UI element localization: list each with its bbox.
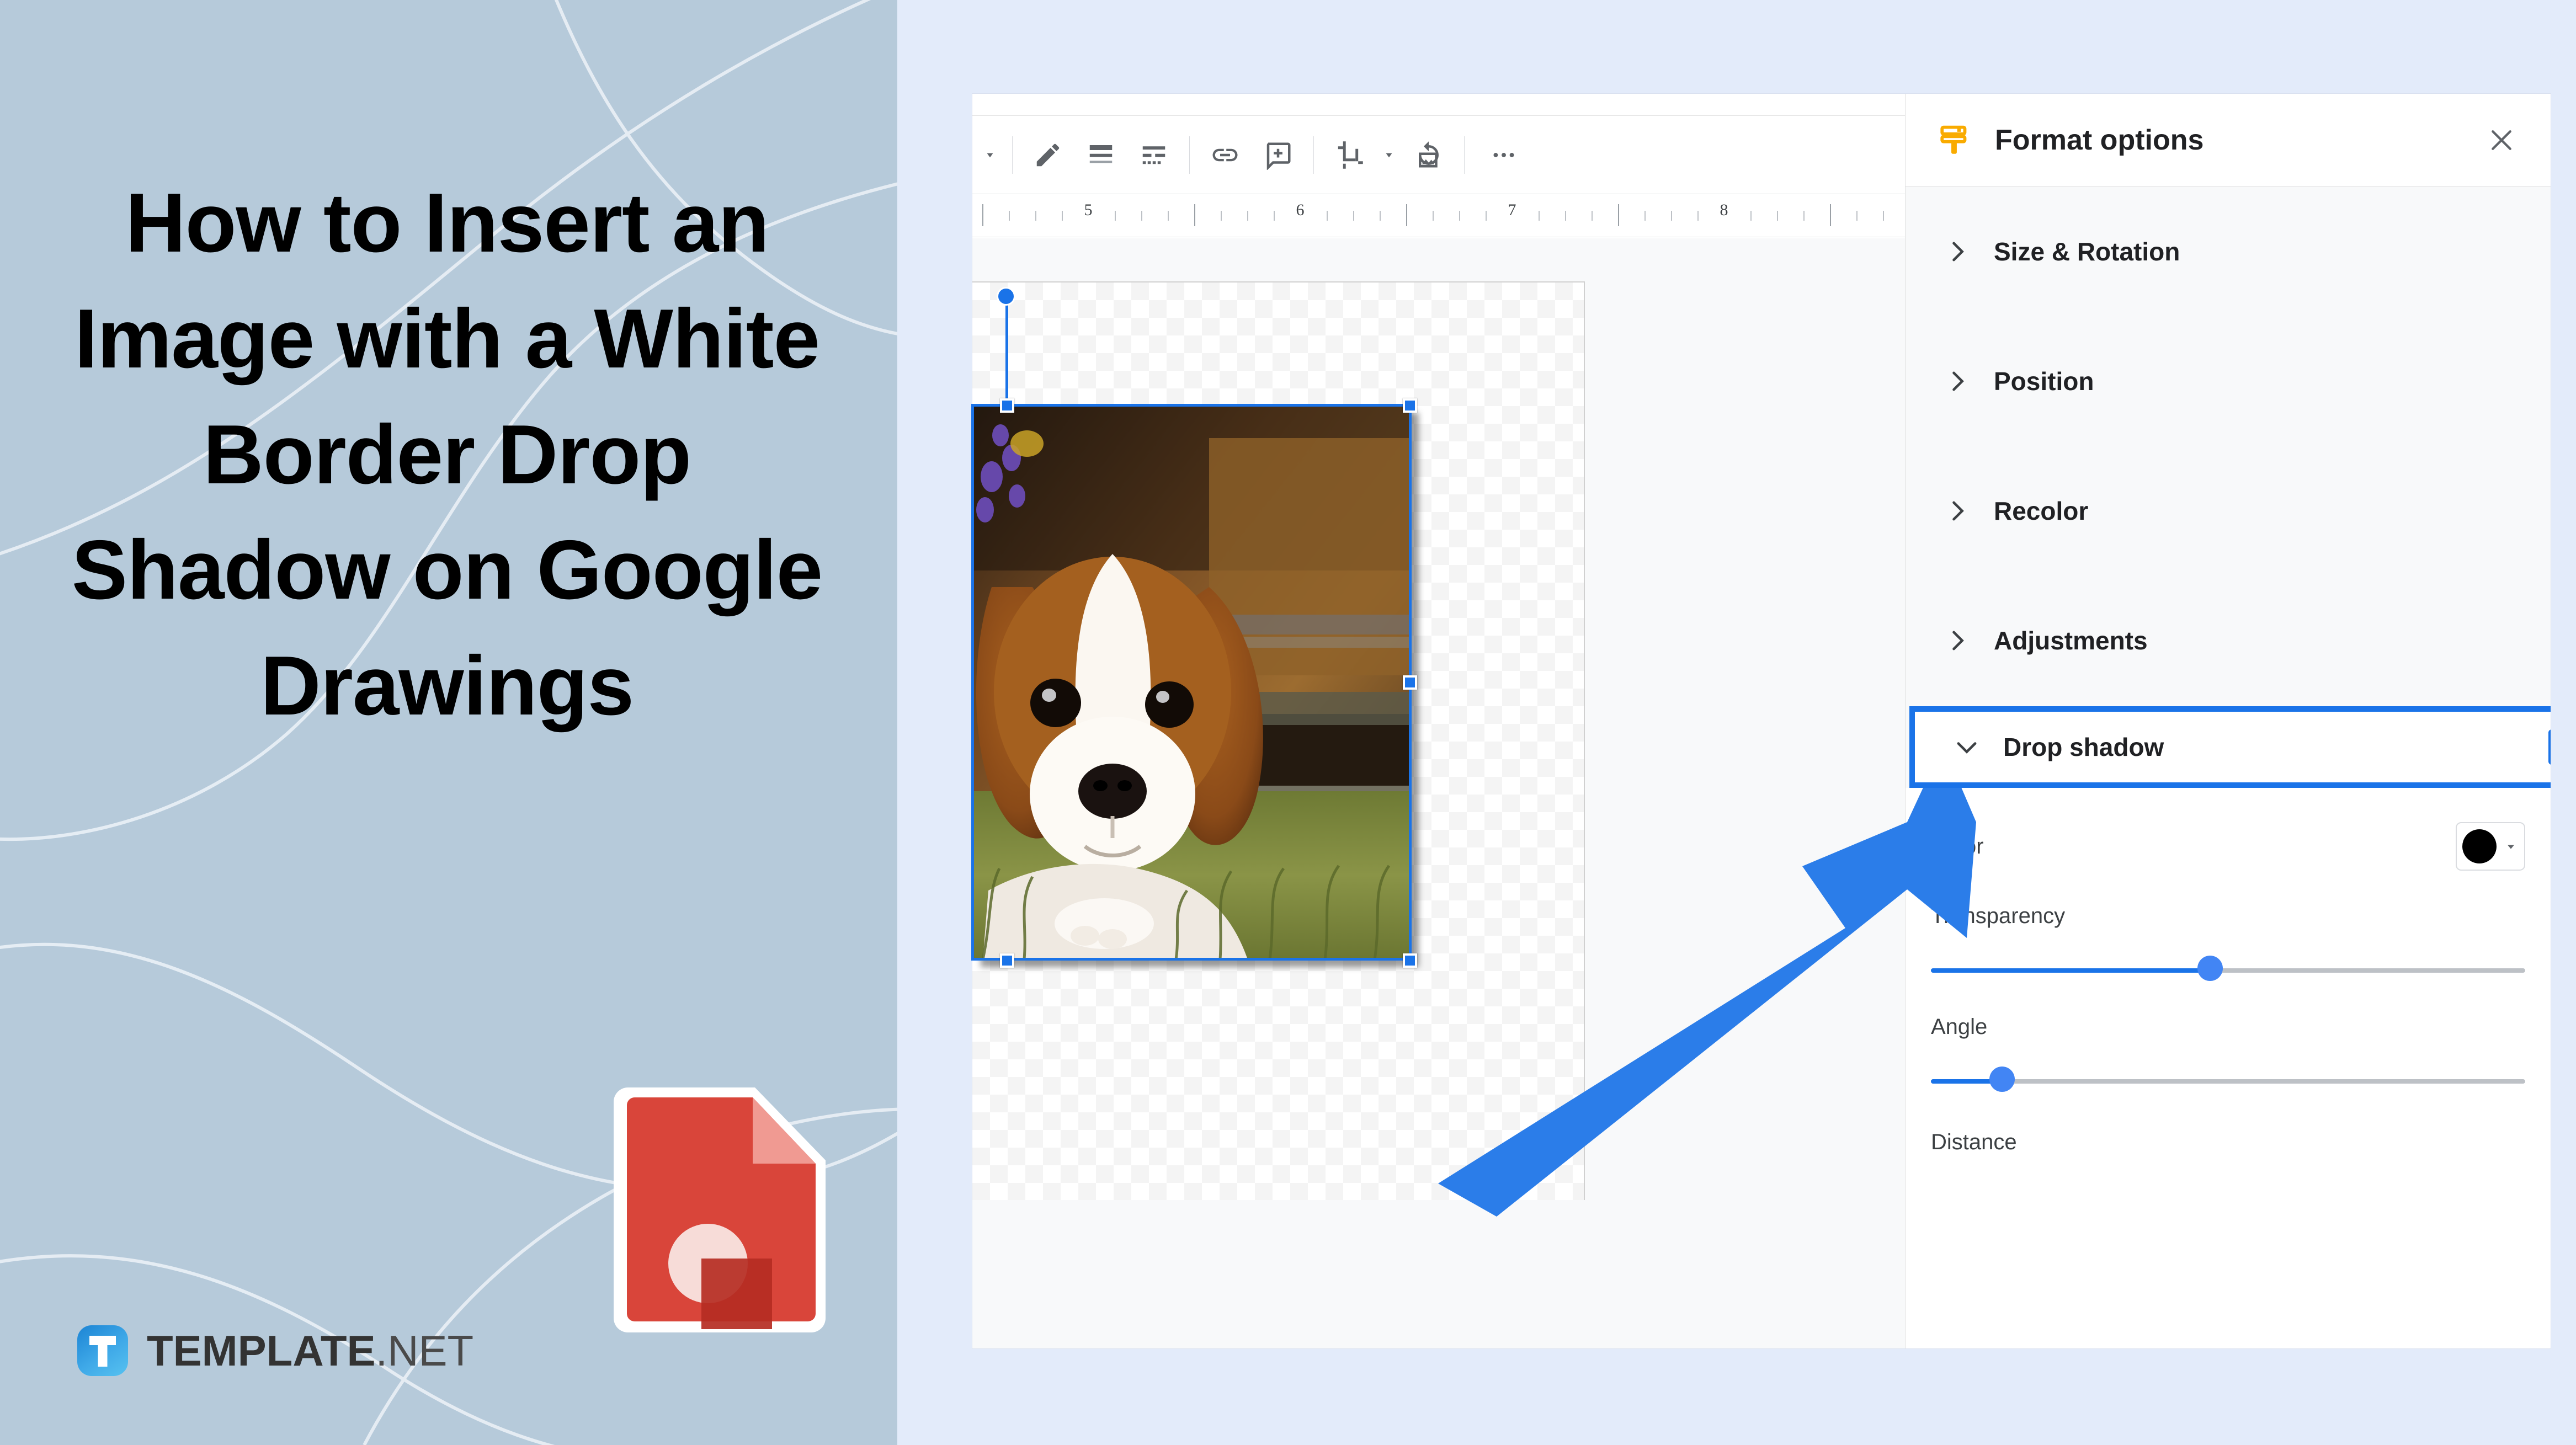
ruler-label: 6 (1296, 201, 1305, 219)
distance-label: Distance (1931, 1130, 2017, 1154)
pencil-icon (1036, 143, 1060, 166)
panel-title: Format options (1995, 124, 2204, 156)
brand-wordmark: TEMPLATE.NET (147, 1326, 473, 1376)
link-icon (1212, 148, 1238, 161)
format-options-panel: Format options Size & Rotation Position (1905, 94, 2551, 1348)
color-label: Color (1931, 834, 1984, 859)
section-position[interactable]: Position (1906, 316, 2551, 446)
color-row: Color (1931, 788, 2525, 871)
section-recolor[interactable]: Recolor (1906, 446, 2551, 575)
promo-panel: How to Insert an Image with a White Bord… (0, 0, 897, 1445)
edit-pencil-button[interactable] (1021, 130, 1074, 180)
color-swatch (2462, 829, 2497, 863)
line-dash-icon (1142, 146, 1165, 164)
puppy-photo-content (972, 405, 1410, 959)
angle-label: Angle (1931, 1015, 1988, 1039)
toolbar-divider (1012, 136, 1013, 174)
paint-roller-icon (1935, 120, 1976, 161)
drop-shadow-label: Drop shadow (2003, 733, 2164, 761)
close-icon (2492, 130, 2511, 150)
ruler-label: 8 (1720, 201, 1728, 219)
page-title: How to Insert an Image with a White Bord… (71, 176, 823, 733)
section-label: Size & Rotation (1994, 237, 2180, 266)
close-panel-button[interactable] (2482, 121, 2521, 159)
chevron-right-icon (1931, 626, 1984, 655)
border-weight-button[interactable] (1074, 130, 1127, 180)
more-horizontal-icon (1493, 152, 1514, 157)
section-label: Position (1994, 366, 2094, 396)
drop-shadow-controls: Color Transparency Angle Distance (1906, 788, 2551, 1348)
rotation-handle[interactable] (997, 287, 1015, 306)
resize-handle-right-middle[interactable] (1403, 675, 1417, 690)
drop-shadow-checkbox[interactable] (2548, 729, 2551, 765)
insert-link-button[interactable] (1199, 130, 1252, 180)
app-area: 5 6 7 8 Format options Size & Rotation P… (897, 0, 2576, 1445)
toolbar-divider (1189, 136, 1190, 174)
slider-track (1931, 1079, 2525, 1084)
section-adjustments[interactable]: Adjustments (1906, 575, 2551, 705)
brand-logo: TEMPLATE.NET (77, 1325, 473, 1376)
brand-name-primary: TEMPLATE (147, 1326, 376, 1375)
transparency-label: Transparency (1931, 904, 2066, 928)
crop-image-button[interactable] (1323, 130, 1376, 180)
chevron-right-icon (1931, 237, 1984, 266)
chevron-right-icon (1931, 497, 1984, 525)
format-caret[interactable] (977, 130, 1003, 180)
brand-name-suffix: .NET (375, 1326, 474, 1375)
section-label: Recolor (1994, 496, 2089, 525)
slider-thumb[interactable] (1989, 1067, 2015, 1092)
rotation-stem (1005, 301, 1008, 406)
ruler-label: 5 (1084, 201, 1093, 219)
section-label: Adjustments (1994, 626, 2148, 655)
chevron-down-icon (1940, 733, 1993, 761)
transparency-slider[interactable] (1931, 956, 2525, 981)
ruler-label: 7 (1508, 201, 1516, 219)
drawing-canvas[interactable] (971, 281, 1585, 1200)
crop-icon (1338, 141, 1363, 169)
slider-thumb[interactable] (2197, 956, 2223, 981)
resize-handle-bottom-left[interactable] (1000, 953, 1014, 968)
template-t-icon (77, 1325, 128, 1376)
shadow-color-picker[interactable] (2456, 822, 2525, 871)
caret-down-icon (2508, 845, 2514, 849)
google-drawings-icon (614, 1087, 826, 1332)
toolbar-divider (1313, 136, 1314, 174)
resize-handle-bottom-right[interactable] (1403, 953, 1417, 968)
comment-icon (1266, 142, 1291, 170)
reset-image-icon (1419, 141, 1439, 167)
more-options-button[interactable] (1473, 130, 1534, 180)
angle-slider[interactable] (1931, 1067, 2525, 1092)
border-dash-button[interactable] (1127, 130, 1180, 180)
reset-image-button[interactable] (1402, 130, 1455, 180)
drop-shadow-highlight: Drop shadow (1909, 706, 2551, 788)
screenshot-root: How to Insert an Image with a White Bord… (0, 0, 2576, 1445)
section-drop-shadow[interactable]: Drop shadow (1915, 712, 2551, 782)
toolbar-divider (1464, 136, 1465, 174)
section-size-rotation[interactable]: Size & Rotation (1906, 186, 2551, 316)
crop-caret[interactable] (1376, 130, 1402, 180)
line-weight-icon (1089, 145, 1113, 163)
resize-handle-top-left[interactable] (1000, 398, 1014, 413)
add-comment-button[interactable] (1252, 130, 1305, 180)
puppy-photo[interactable] (972, 405, 1410, 959)
slider-fill (1931, 968, 2211, 973)
format-options-header: Format options (1906, 94, 2551, 186)
resize-handle-top-right[interactable] (1403, 398, 1417, 413)
chevron-right-icon (1931, 367, 1984, 396)
